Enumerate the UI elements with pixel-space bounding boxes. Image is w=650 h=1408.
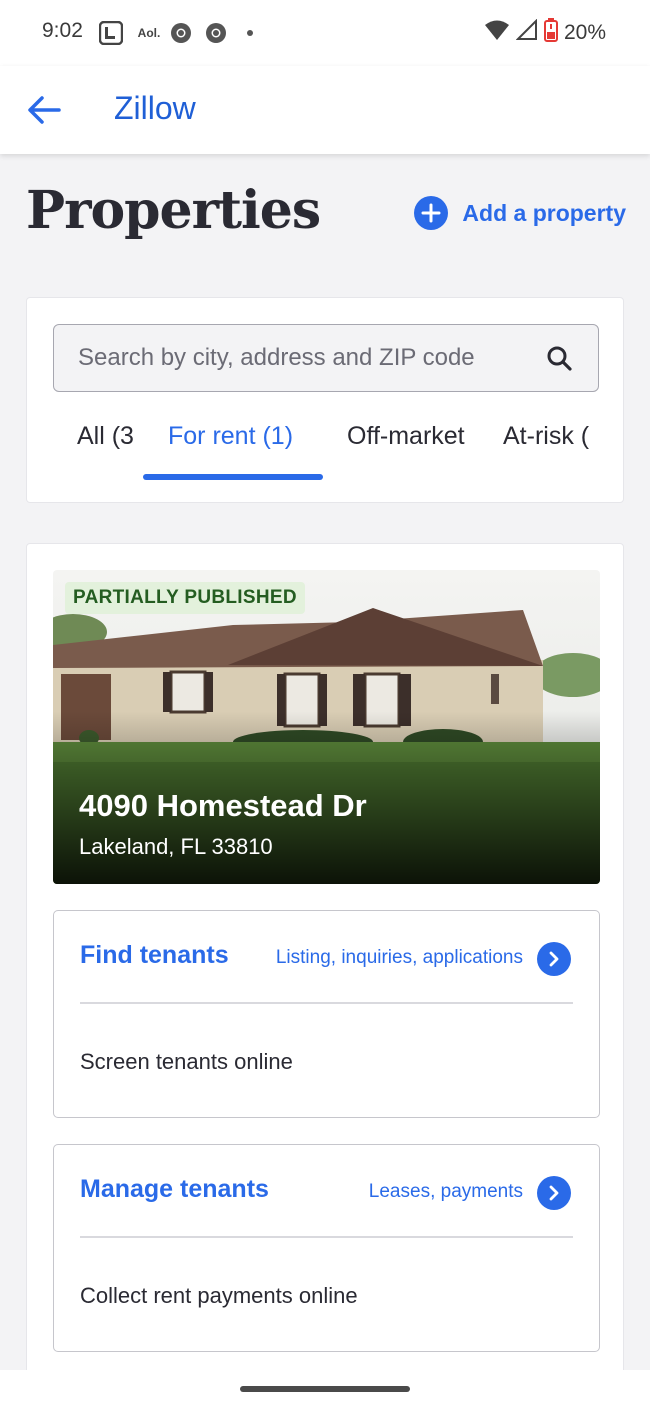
chevron-right-icon[interactable] [537,1176,571,1210]
tab-all[interactable]: All (3 [77,422,135,451]
chrome-icon [205,21,227,45]
search-box [53,324,599,392]
find-tenants-description: Screen tenants online [80,1049,293,1074]
add-property-button[interactable]: Add a property [414,196,626,230]
property-tabs: All (3 For rent (1) Off-market At-risk ( [27,410,623,480]
battery-percent: 20% [563,21,606,44]
tab-at-risk[interactable]: At-risk ( [503,422,593,451]
back-arrow-icon [28,96,61,124]
add-property-label: Add a property [462,199,626,226]
find-tenants-card[interactable]: Find tenants Listing, inquiries, applica… [53,910,600,1118]
app-bar: Zillow [0,66,650,154]
manage-tenants-description: Collect rent payments online [80,1283,358,1308]
linkedin-icon [98,21,124,45]
back-button[interactable] [24,90,64,130]
property-address: 4090 Homestead Dr [79,788,367,823]
tab-off-market[interactable]: Off-market [347,422,471,451]
active-tab-indicator [143,474,323,480]
home-gesture-handle[interactable] [240,1386,410,1392]
status-right: 20% [484,18,606,48]
manage-tenants-title: Manage tenants [80,1175,269,1203]
property-card: PARTIALLY PUBLISHED 4090 Homestead Dr La… [26,543,624,1383]
navigation-bar [0,1370,650,1408]
page-title: Properties [26,180,321,241]
status-time: 9:02 [42,19,83,42]
search-icon[interactable] [546,345,572,371]
divider [80,1236,573,1238]
status-badge: PARTIALLY PUBLISHED [65,582,305,614]
find-tenants-subtitle: Listing, inquiries, applications [275,947,523,968]
aol-icon: Aol. [137,26,161,40]
manage-tenants-subtitle: Leases, payments [368,1181,523,1202]
battery-icon [543,18,558,48]
find-tenants-title: Find tenants [80,941,229,969]
manage-tenants-card[interactable]: Manage tenants Leases, payments Collect … [53,1144,600,1352]
status-bar: 9:02 Aol. 20% [0,0,650,66]
divider [80,1002,573,1004]
dot-icon [244,21,256,45]
search-input[interactable] [78,325,538,391]
app-title: Zillow [114,90,196,126]
plus-icon [414,196,449,230]
filter-card: All (3 For rent (1) Off-market At-risk ( [26,297,624,503]
tab-for-rent[interactable]: For rent (1) [168,422,293,451]
chrome-icon [170,21,192,45]
property-photo[interactable]: PARTIALLY PUBLISHED 4090 Homestead Dr La… [53,570,600,884]
wifi-icon [484,19,510,47]
property-city: Lakeland, FL 33810 [79,834,273,859]
cell-signal-icon [515,18,538,47]
chevron-right-icon[interactable] [537,942,571,976]
